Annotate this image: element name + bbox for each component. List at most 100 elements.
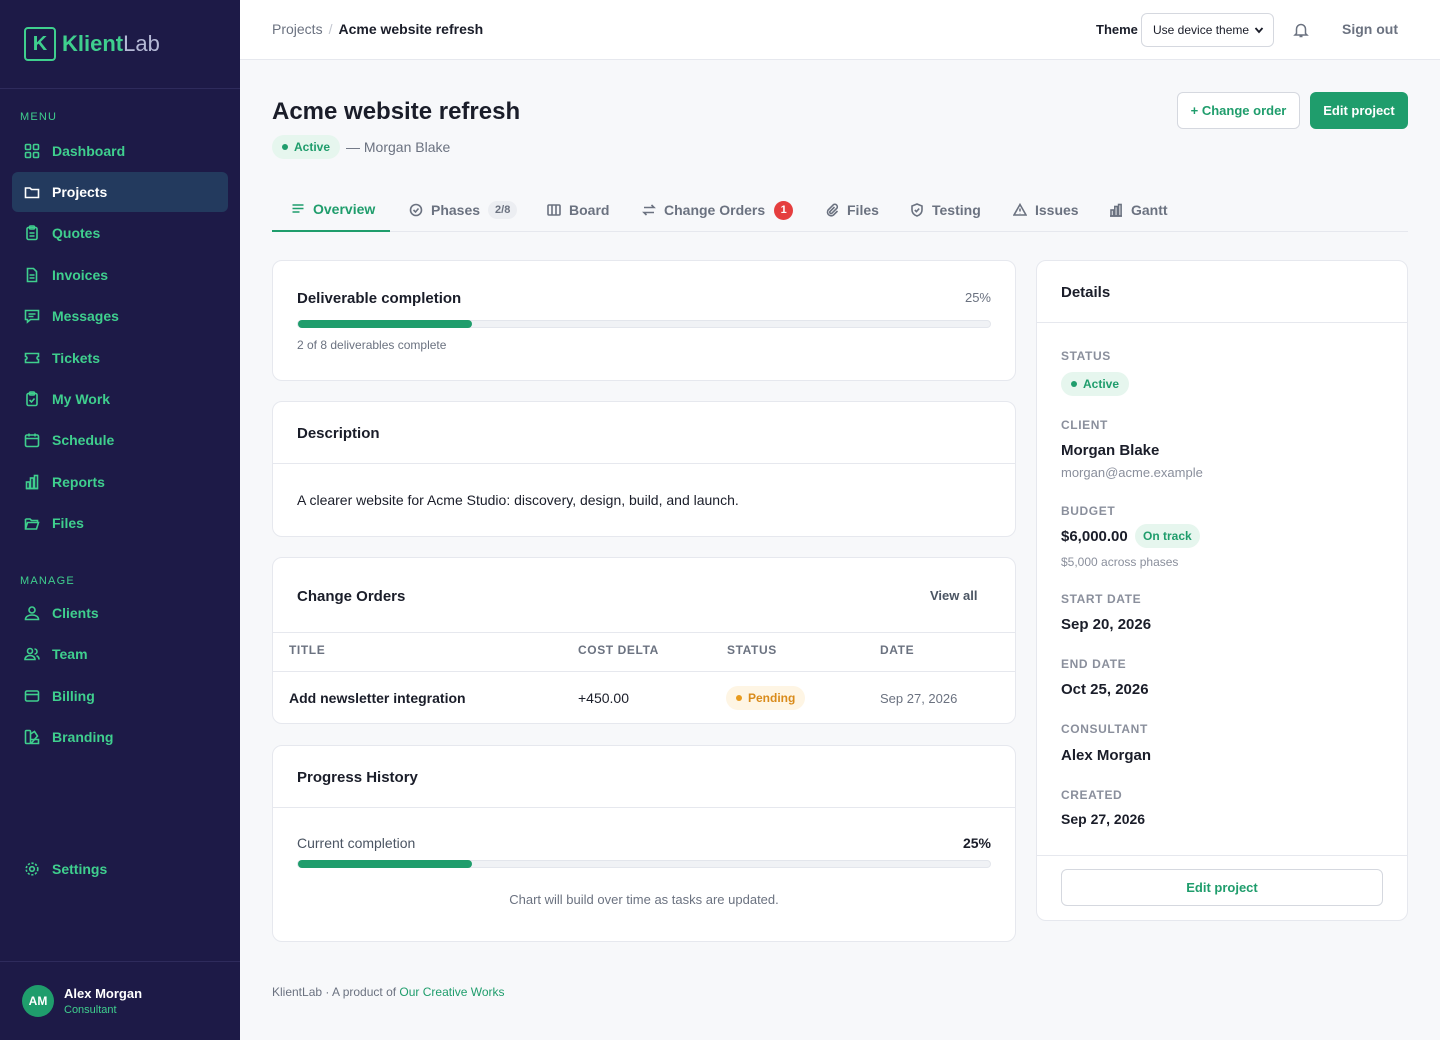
sidebar-item-schedule[interactable]: Schedule bbox=[12, 420, 228, 460]
sidebar-item-projects[interactable]: Projects bbox=[12, 172, 228, 212]
column-header-date: DATE bbox=[880, 643, 915, 657]
check-circle-icon bbox=[409, 203, 423, 217]
sidebar-item-label: Billing bbox=[52, 688, 95, 704]
detail-label-client: CLIENT bbox=[1061, 418, 1108, 432]
detail-label-end-date: END DATE bbox=[1061, 657, 1127, 671]
bar-chart-icon bbox=[24, 474, 40, 490]
tab-gantt[interactable]: Gantt bbox=[1109, 188, 1168, 232]
chat-icon bbox=[24, 308, 40, 324]
detail-label-created: CREATED bbox=[1061, 788, 1123, 802]
table-row[interactable]: Add newsletter integration +450.00 Pendi… bbox=[273, 672, 1015, 723]
current-completion-percent: 25% bbox=[962, 835, 991, 851]
description-card: Description A clearer website for Acme S… bbox=[272, 401, 1016, 537]
folder-icon bbox=[24, 184, 40, 200]
progress-history-note: Chart will build over time as tasks are … bbox=[509, 892, 779, 907]
sidebar-item-dashboard[interactable]: Dashboard bbox=[12, 131, 228, 171]
sidebar-item-label: Invoices bbox=[52, 267, 109, 283]
sign-out-button[interactable]: Sign out bbox=[1342, 21, 1398, 37]
footer-link[interactable]: Our Creative Works bbox=[399, 985, 504, 999]
sidebar-item-billing[interactable]: Billing bbox=[12, 676, 228, 716]
bell-icon[interactable] bbox=[1292, 21, 1310, 39]
deliverable-progress-fill bbox=[298, 320, 472, 328]
detail-budget-note: $5,000 across phases bbox=[1061, 555, 1179, 569]
theme-select-value: Use device theme bbox=[1153, 23, 1250, 37]
paperclip-icon bbox=[826, 203, 839, 217]
user-meta: Alex Morgan Consultant bbox=[64, 986, 142, 1016]
tab-phases[interactable]: Phases 2/8 bbox=[409, 188, 518, 232]
breadcrumb-projects-link[interactable]: Projects bbox=[272, 21, 323, 37]
pending-status-label: Pending bbox=[748, 691, 796, 705]
tab-overview[interactable]: Overview bbox=[272, 188, 390, 232]
sidebar-item-messages[interactable]: Messages bbox=[12, 296, 228, 336]
tab-change-orders[interactable]: Change Orders 1 bbox=[642, 188, 794, 232]
column-header-title: TITLE bbox=[289, 643, 326, 657]
sidebar-item-settings[interactable]: Settings bbox=[12, 849, 228, 889]
tab-files[interactable]: Files bbox=[825, 188, 879, 232]
shield-check-icon bbox=[911, 203, 923, 217]
logo-mark-icon: K bbox=[24, 27, 56, 61]
folder-open-icon bbox=[24, 515, 40, 531]
ticket-icon bbox=[24, 350, 40, 366]
sidebar-item-invoices[interactable]: Invoices bbox=[12, 255, 228, 295]
detail-client-email[interactable]: morgan@acme.example bbox=[1061, 465, 1203, 480]
sidebar-item-branding[interactable]: Branding bbox=[12, 717, 228, 757]
sidebar-item-label: Dashboard bbox=[52, 143, 126, 159]
change-orders-title: Change Orders bbox=[297, 588, 406, 605]
detail-label-start-date: START DATE bbox=[1061, 592, 1142, 606]
edit-project-button[interactable]: Edit project bbox=[1310, 92, 1408, 129]
logo-text-klient: Klient bbox=[62, 31, 124, 56]
change-orders-header-divider bbox=[273, 632, 1015, 633]
sidebar-item-label: Branding bbox=[52, 729, 114, 745]
brand-logo[interactable]: K KlientLab bbox=[0, 0, 240, 89]
credit-card-icon bbox=[24, 688, 40, 704]
grid-icon bbox=[24, 143, 40, 159]
tab-label: Change Orders bbox=[664, 202, 766, 218]
details-footer-divider bbox=[1037, 855, 1407, 856]
user-profile[interactable]: AM Alex Morgan Consultant bbox=[0, 961, 240, 1040]
logo-text: KlientLab bbox=[62, 31, 160, 57]
sidebar-item-team[interactable]: Team bbox=[12, 634, 228, 674]
sidebar-item-label: Messages bbox=[52, 308, 119, 324]
change-order-button[interactable]: + Change order bbox=[1177, 92, 1300, 129]
sidebar: K KlientLab MENU Dashboard Projects Quot… bbox=[0, 0, 240, 1040]
detail-status-label: Active bbox=[1083, 377, 1120, 391]
details-edit-project-button[interactable]: Edit project bbox=[1061, 869, 1383, 906]
theme-select[interactable]: Use device theme bbox=[1141, 13, 1274, 47]
sidebar-item-quotes[interactable]: Quotes bbox=[12, 213, 228, 253]
tab-testing[interactable]: Testing bbox=[910, 188, 981, 232]
sidebar-item-files[interactable]: Files bbox=[12, 503, 228, 543]
tab-issues[interactable]: Issues bbox=[1013, 188, 1079, 232]
sidebar-item-label: Team bbox=[52, 646, 88, 662]
sidebar-item-label: Schedule bbox=[52, 432, 115, 448]
sidebar-item-clients[interactable]: Clients bbox=[12, 593, 228, 633]
current-completion-label: Current completion bbox=[297, 835, 416, 851]
team-icon bbox=[24, 646, 40, 662]
tab-board[interactable]: Board bbox=[547, 188, 609, 232]
sidebar-item-my-work[interactable]: My Work bbox=[12, 379, 228, 419]
column-header-cost-delta: COST DELTA bbox=[578, 643, 659, 657]
avatar: AM bbox=[22, 985, 54, 1017]
tab-label: Testing bbox=[932, 202, 981, 218]
tab-label: Files bbox=[847, 202, 879, 218]
topbar: Projects / Acme website refresh Theme Use … bbox=[240, 0, 1440, 60]
sidebar-item-tickets[interactable]: Tickets bbox=[12, 338, 228, 378]
project-tabs: Overview Phases 2/8 Board Change Orders … bbox=[272, 188, 1408, 232]
tab-label: Board bbox=[569, 202, 610, 218]
manage-section-label: MANAGE bbox=[20, 575, 75, 587]
tab-label: Phases bbox=[431, 202, 481, 218]
breadcrumb-current: Acme website refresh bbox=[338, 21, 484, 37]
sidebar-item-reports[interactable]: Reports bbox=[12, 462, 228, 502]
menu-section-label: MENU bbox=[20, 111, 58, 123]
breadcrumb-separator: / bbox=[328, 21, 333, 37]
view-all-link[interactable]: View all bbox=[930, 588, 977, 603]
status-badge-label: Active bbox=[294, 140, 331, 154]
tab-label: Overview bbox=[313, 201, 376, 217]
detail-budget: $6,000.00 bbox=[1061, 528, 1128, 545]
pending-dot-icon bbox=[736, 695, 742, 701]
sidebar-item-label: Tickets bbox=[52, 350, 100, 366]
details-title: Details bbox=[1061, 284, 1111, 301]
change-order-cost: +450.00 bbox=[578, 690, 629, 706]
description-title: Description bbox=[297, 425, 380, 442]
deliverable-completion-title: Deliverable completion bbox=[297, 290, 462, 307]
change-orders-count-badge: 1 bbox=[774, 200, 794, 220]
